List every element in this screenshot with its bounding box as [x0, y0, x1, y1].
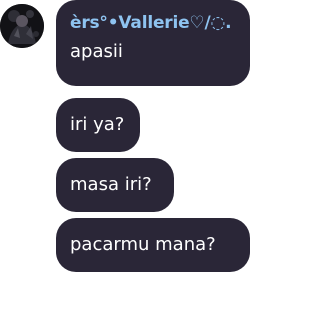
- message-bubble-4[interactable]: pacarmu mana?: [56, 218, 250, 272]
- sender-name[interactable]: èrs°•Vallerie♡/◌.: [70, 12, 236, 34]
- avatar-photo-icon: [0, 4, 44, 48]
- message-text-2: iri ya?: [70, 114, 125, 135]
- message-bubble-3[interactable]: masa iri?: [56, 158, 174, 212]
- message-text-1: apasii: [70, 41, 123, 62]
- message-text-3: masa iri?: [70, 174, 152, 195]
- chat-screen: èrs°•Vallerie♡/◌. apasii iri ya? masa ir…: [0, 0, 253, 320]
- message-bubble-1[interactable]: èrs°•Vallerie♡/◌. apasii: [56, 0, 250, 86]
- sender-avatar[interactable]: [0, 4, 44, 48]
- message-text-4: pacarmu mana?: [70, 234, 216, 255]
- message-bubble-2[interactable]: iri ya?: [56, 98, 140, 152]
